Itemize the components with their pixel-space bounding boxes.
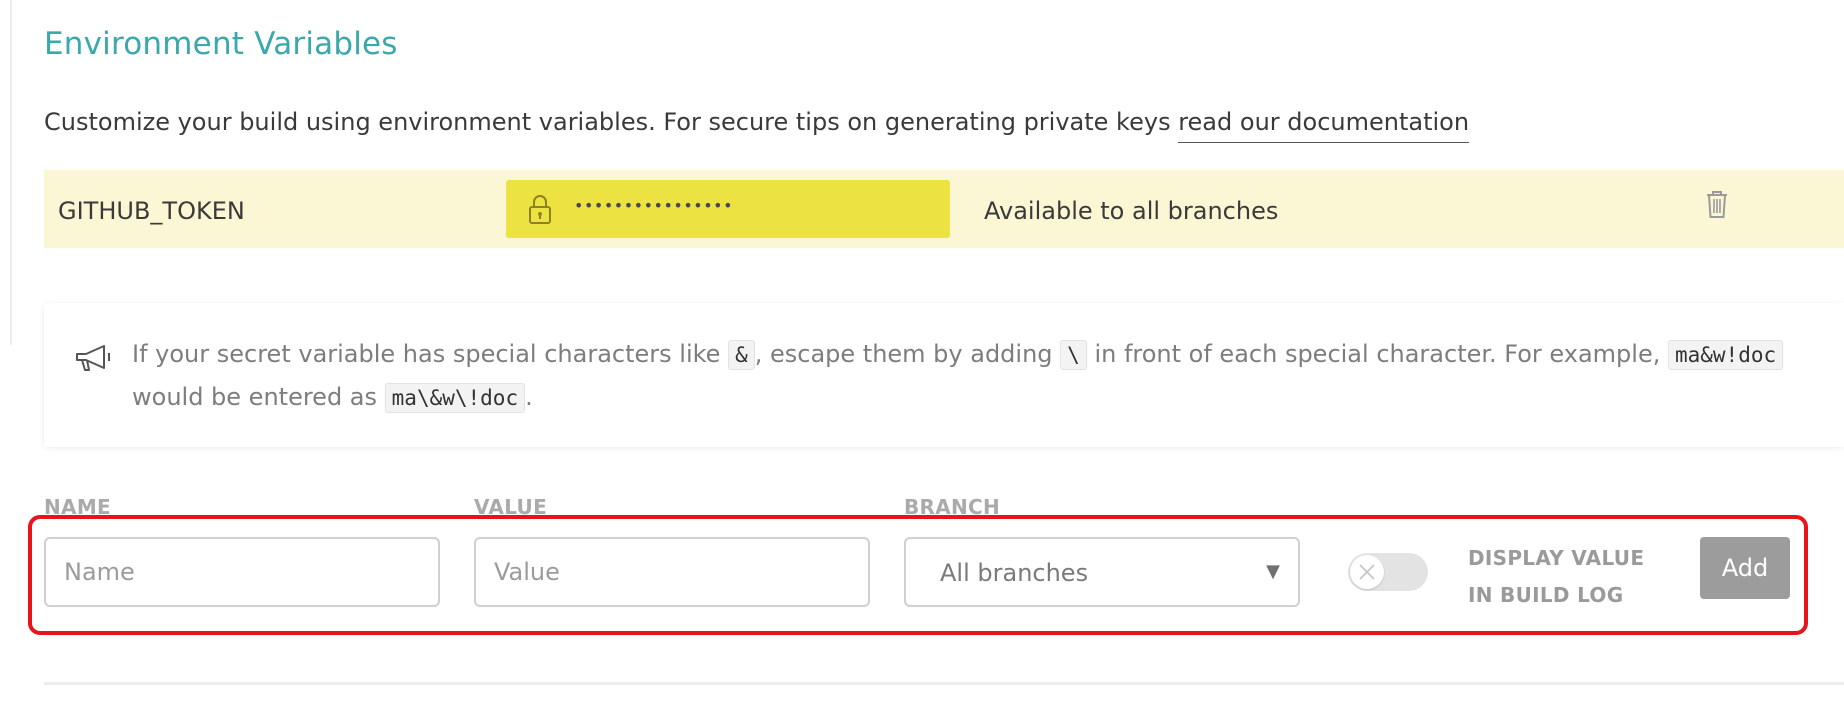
code-example-escaped: ma\&w\!doc — [384, 383, 526, 413]
display-value-toggle[interactable] — [1348, 553, 1428, 591]
display-value-label: DISPLAY VALUE IN BUILD LOG — [1468, 540, 1658, 614]
code-ampersand: & — [728, 340, 755, 370]
trash-icon[interactable] — [1704, 188, 1730, 220]
caret-down-icon: ▼ — [1266, 561, 1280, 582]
documentation-link[interactable]: read our documentation — [1178, 108, 1470, 143]
value-input[interactable] — [474, 537, 870, 607]
masked-value-dots: •••••••••••••••• — [574, 196, 733, 215]
add-button[interactable]: Add — [1700, 537, 1790, 599]
page-title: Environment Variables — [44, 26, 398, 62]
name-input[interactable] — [44, 537, 440, 607]
branch-select[interactable]: All branches ▼ — [904, 537, 1300, 607]
code-backslash: \ — [1060, 340, 1087, 370]
toggle-knob — [1350, 555, 1384, 589]
megaphone-icon — [76, 345, 110, 371]
display-value-label-line: DISPLAY VALUE — [1468, 546, 1645, 570]
env-variable-row: GITHUB_TOKEN •••••••••••••••• Available … — [44, 170, 1844, 248]
notice-text-part: would be entered as — [132, 383, 385, 411]
intro-description: Customize your build using environment v… — [44, 108, 1179, 136]
intro-text: Customize your build using environment v… — [44, 108, 1470, 143]
env-variable-name: GITHUB_TOKEN — [58, 197, 245, 225]
special-characters-notice: If your secret variable has special char… — [44, 303, 1844, 447]
notice-text-part: in front of each special character. For … — [1086, 340, 1668, 368]
close-icon — [1359, 564, 1375, 580]
notice-text-part: , escape them by adding — [754, 340, 1061, 368]
bottom-divider — [44, 682, 1844, 685]
lock-icon — [529, 195, 551, 224]
code-example-raw: ma&w!doc — [1667, 340, 1784, 370]
notice-text: If your secret variable has special char… — [132, 333, 1832, 419]
branch-select-value: All branches — [940, 559, 1089, 587]
env-variable-masked-value: •••••••••••••••• — [506, 180, 950, 238]
env-variable-branch: Available to all branches — [984, 197, 1279, 225]
notice-text-part: If your secret variable has special char… — [132, 340, 729, 368]
display-value-label-line: IN BUILD LOG — [1468, 583, 1624, 607]
notice-text-part: . — [525, 383, 533, 411]
left-divider — [10, 0, 12, 345]
